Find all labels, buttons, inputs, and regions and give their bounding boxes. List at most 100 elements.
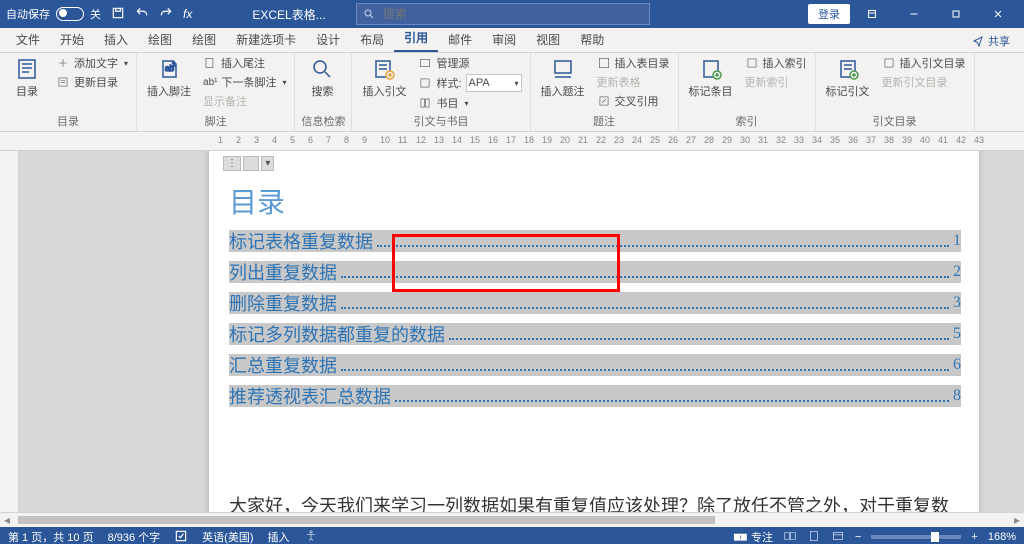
show-notes-button[interactable]: 显示备注 bbox=[201, 93, 288, 109]
autosave-label: 自动保存 bbox=[6, 6, 50, 22]
tab-布局[interactable]: 布局 bbox=[350, 27, 394, 52]
tab-新建选项卡[interactable]: 新建选项卡 bbox=[226, 27, 306, 52]
group-label-index: 索引 bbox=[685, 112, 809, 129]
tab-绘图[interactable]: 绘图 bbox=[182, 27, 226, 52]
status-page[interactable]: 第 1 页，共 10 页 bbox=[8, 529, 94, 544]
tab-审阅[interactable]: 审阅 bbox=[482, 27, 526, 52]
undo-icon[interactable] bbox=[135, 6, 149, 23]
group-label-authorities: 引文目录 bbox=[822, 112, 968, 129]
insert-citation-button[interactable]: 插入引文 bbox=[358, 55, 410, 101]
insert-caption-button[interactable]: 插入题注 bbox=[537, 55, 589, 101]
toc-entry[interactable]: 列出重复数据 2 bbox=[229, 261, 961, 283]
tab-文件[interactable]: 文件 bbox=[6, 27, 50, 52]
autosave-toggle[interactable] bbox=[56, 7, 84, 21]
toc-entry-page: 5 bbox=[953, 325, 961, 343]
maximize-icon[interactable] bbox=[936, 0, 976, 28]
status-language[interactable]: 英语(美国) bbox=[202, 529, 253, 544]
group-label-caption: 题注 bbox=[537, 112, 672, 129]
zoom-slider[interactable] bbox=[871, 535, 961, 539]
group-label-toc: 目录 bbox=[6, 112, 130, 129]
toc-button[interactable]: 目录 bbox=[6, 55, 48, 101]
accessibility-icon[interactable] bbox=[304, 529, 318, 544]
redo-icon[interactable] bbox=[159, 6, 173, 23]
toc-entry-page: 3 bbox=[953, 294, 961, 312]
search-input[interactable] bbox=[381, 6, 643, 22]
update-table-button[interactable]: 更新表格 bbox=[595, 74, 672, 90]
status-bar: 第 1 页，共 10 页 8/936 个字 英语(美国) 插入 🀰 专注 − +… bbox=[0, 527, 1024, 544]
manage-sources-button[interactable]: 管理源 bbox=[416, 55, 523, 71]
search-icon bbox=[363, 8, 375, 20]
update-authorities-button[interactable]: 更新引文目录 bbox=[880, 74, 968, 90]
tab-绘图[interactable]: 绘图 bbox=[138, 27, 182, 52]
toc-entry[interactable]: 标记表格重复数据 1 bbox=[229, 230, 961, 252]
close-icon[interactable] bbox=[978, 0, 1018, 28]
status-insert-mode[interactable]: 插入 bbox=[268, 529, 290, 544]
insert-index-button[interactable]: 插入索引 bbox=[743, 55, 809, 71]
document-workspace: ⋮ ▾ 目录 标记表格重复数据 1 列出重复数据 2 删除重复数据 3 标记多列数据都重复的… bbox=[0, 151, 1024, 527]
insert-authorities-button[interactable]: 插入引文目录 bbox=[880, 55, 968, 71]
zoom-level[interactable]: 168% bbox=[988, 531, 1016, 543]
save-icon[interactable] bbox=[111, 6, 125, 23]
ribbon: 目录 添加文字▾ 更新目录 目录 ab1 插入脚注 插入尾注 ab¹下一条脚注▾… bbox=[0, 53, 1024, 132]
tab-引用[interactable]: 引用 bbox=[394, 25, 438, 52]
tab-邮件[interactable]: 邮件 bbox=[438, 27, 482, 52]
document-title: EXCEL表格... bbox=[252, 6, 325, 23]
toc-entry[interactable]: 删除重复数据 3 bbox=[229, 292, 961, 314]
tab-帮助[interactable]: 帮助 bbox=[570, 27, 614, 52]
insert-table-figures-button[interactable]: 插入表目录 bbox=[595, 55, 672, 71]
mark-entry-button[interactable]: 标记条目 bbox=[685, 55, 737, 101]
toc-entry-text: 列出重复数据 bbox=[229, 259, 337, 285]
toc-entry-text: 删除重复数据 bbox=[229, 290, 337, 316]
insert-endnote-button[interactable]: 插入尾注 bbox=[201, 55, 288, 71]
toc-entry-text: 标记多列数据都重复的数据 bbox=[229, 321, 445, 347]
toc-entry-text: 汇总重复数据 bbox=[229, 352, 337, 378]
group-label-research: 信息检索 bbox=[301, 112, 345, 129]
status-word-count[interactable]: 8/936 个字 bbox=[108, 529, 161, 544]
ruler-horizontal[interactable]: 1234567891011121314151617181920212223242… bbox=[0, 132, 1024, 151]
toc-field-tabs[interactable]: ⋮ ▾ bbox=[223, 156, 274, 171]
update-toc-button[interactable]: 更新目录 bbox=[54, 74, 130, 90]
group-label-footnote: 脚注 bbox=[143, 112, 288, 129]
research-button[interactable]: 搜索 bbox=[301, 55, 343, 101]
search-box[interactable] bbox=[356, 3, 650, 25]
focus-mode-button[interactable]: 🀰 专注 bbox=[733, 529, 773, 544]
zoom-out-button[interactable]: − bbox=[855, 531, 861, 543]
toc-entry[interactable]: 推荐透视表汇总数据8 bbox=[229, 385, 961, 407]
toc-title: 目录 bbox=[229, 181, 969, 221]
ribbon-display-icon[interactable] bbox=[852, 0, 892, 28]
status-spell-icon[interactable] bbox=[174, 529, 188, 544]
toc-entry-text: 推荐透视表汇总数据 bbox=[229, 383, 391, 409]
share-button[interactable]: 共享 bbox=[964, 30, 1018, 52]
insert-footnote-button[interactable]: ab1 插入脚注 bbox=[143, 55, 195, 101]
tab-插入[interactable]: 插入 bbox=[94, 27, 138, 52]
fx-label[interactable]: fx bbox=[183, 7, 192, 21]
citation-style-select[interactable]: 样式:APA▾ bbox=[416, 74, 523, 92]
ribbon-tabs: 文件开始插入绘图绘图新建选项卡设计布局引用邮件审阅视图帮助 共享 bbox=[0, 28, 1024, 53]
login-button[interactable]: 登录 bbox=[808, 4, 850, 24]
view-web-icon[interactable] bbox=[831, 529, 845, 544]
toc-entry-page: 2 bbox=[953, 263, 961, 281]
group-label-citation: 引文与书目 bbox=[358, 112, 523, 129]
tab-设计[interactable]: 设计 bbox=[306, 27, 350, 52]
toc-entry[interactable]: 汇总重复数据6 bbox=[229, 354, 961, 376]
toc-entry-text: 标记表格重复数据 bbox=[229, 228, 373, 254]
bibliography-button[interactable]: 书目▾ bbox=[416, 95, 523, 111]
zoom-in-button[interactable]: + bbox=[971, 531, 977, 543]
scrollbar-horizontal[interactable]: ◂▸ bbox=[0, 512, 1024, 527]
minimize-icon[interactable] bbox=[894, 0, 934, 28]
add-text-button[interactable]: 添加文字▾ bbox=[54, 55, 130, 71]
share-icon bbox=[972, 35, 984, 47]
tab-开始[interactable]: 开始 bbox=[50, 27, 94, 52]
next-footnote-button[interactable]: ab¹下一条脚注▾ bbox=[201, 74, 288, 90]
autosave-state: 关 bbox=[90, 6, 101, 22]
tab-视图[interactable]: 视图 bbox=[526, 27, 570, 52]
ruler-vertical[interactable] bbox=[0, 151, 19, 527]
toc-entry-page: 1 bbox=[953, 232, 961, 250]
mark-citation-button[interactable]: 标记引文 bbox=[822, 55, 874, 101]
cross-reference-button[interactable]: 交叉引用 bbox=[595, 93, 672, 109]
view-read-icon[interactable] bbox=[783, 529, 797, 544]
table-of-contents[interactable]: ⋮ ▾ 目录 标记表格重复数据1列出重复数据2删除重复数据3标记多列数据都重复的… bbox=[229, 181, 969, 407]
view-print-icon[interactable] bbox=[807, 529, 821, 544]
update-index-button[interactable]: 更新索引 bbox=[743, 74, 809, 90]
toc-entry[interactable]: 标记多列数据都重复的数据 5 bbox=[229, 323, 961, 345]
